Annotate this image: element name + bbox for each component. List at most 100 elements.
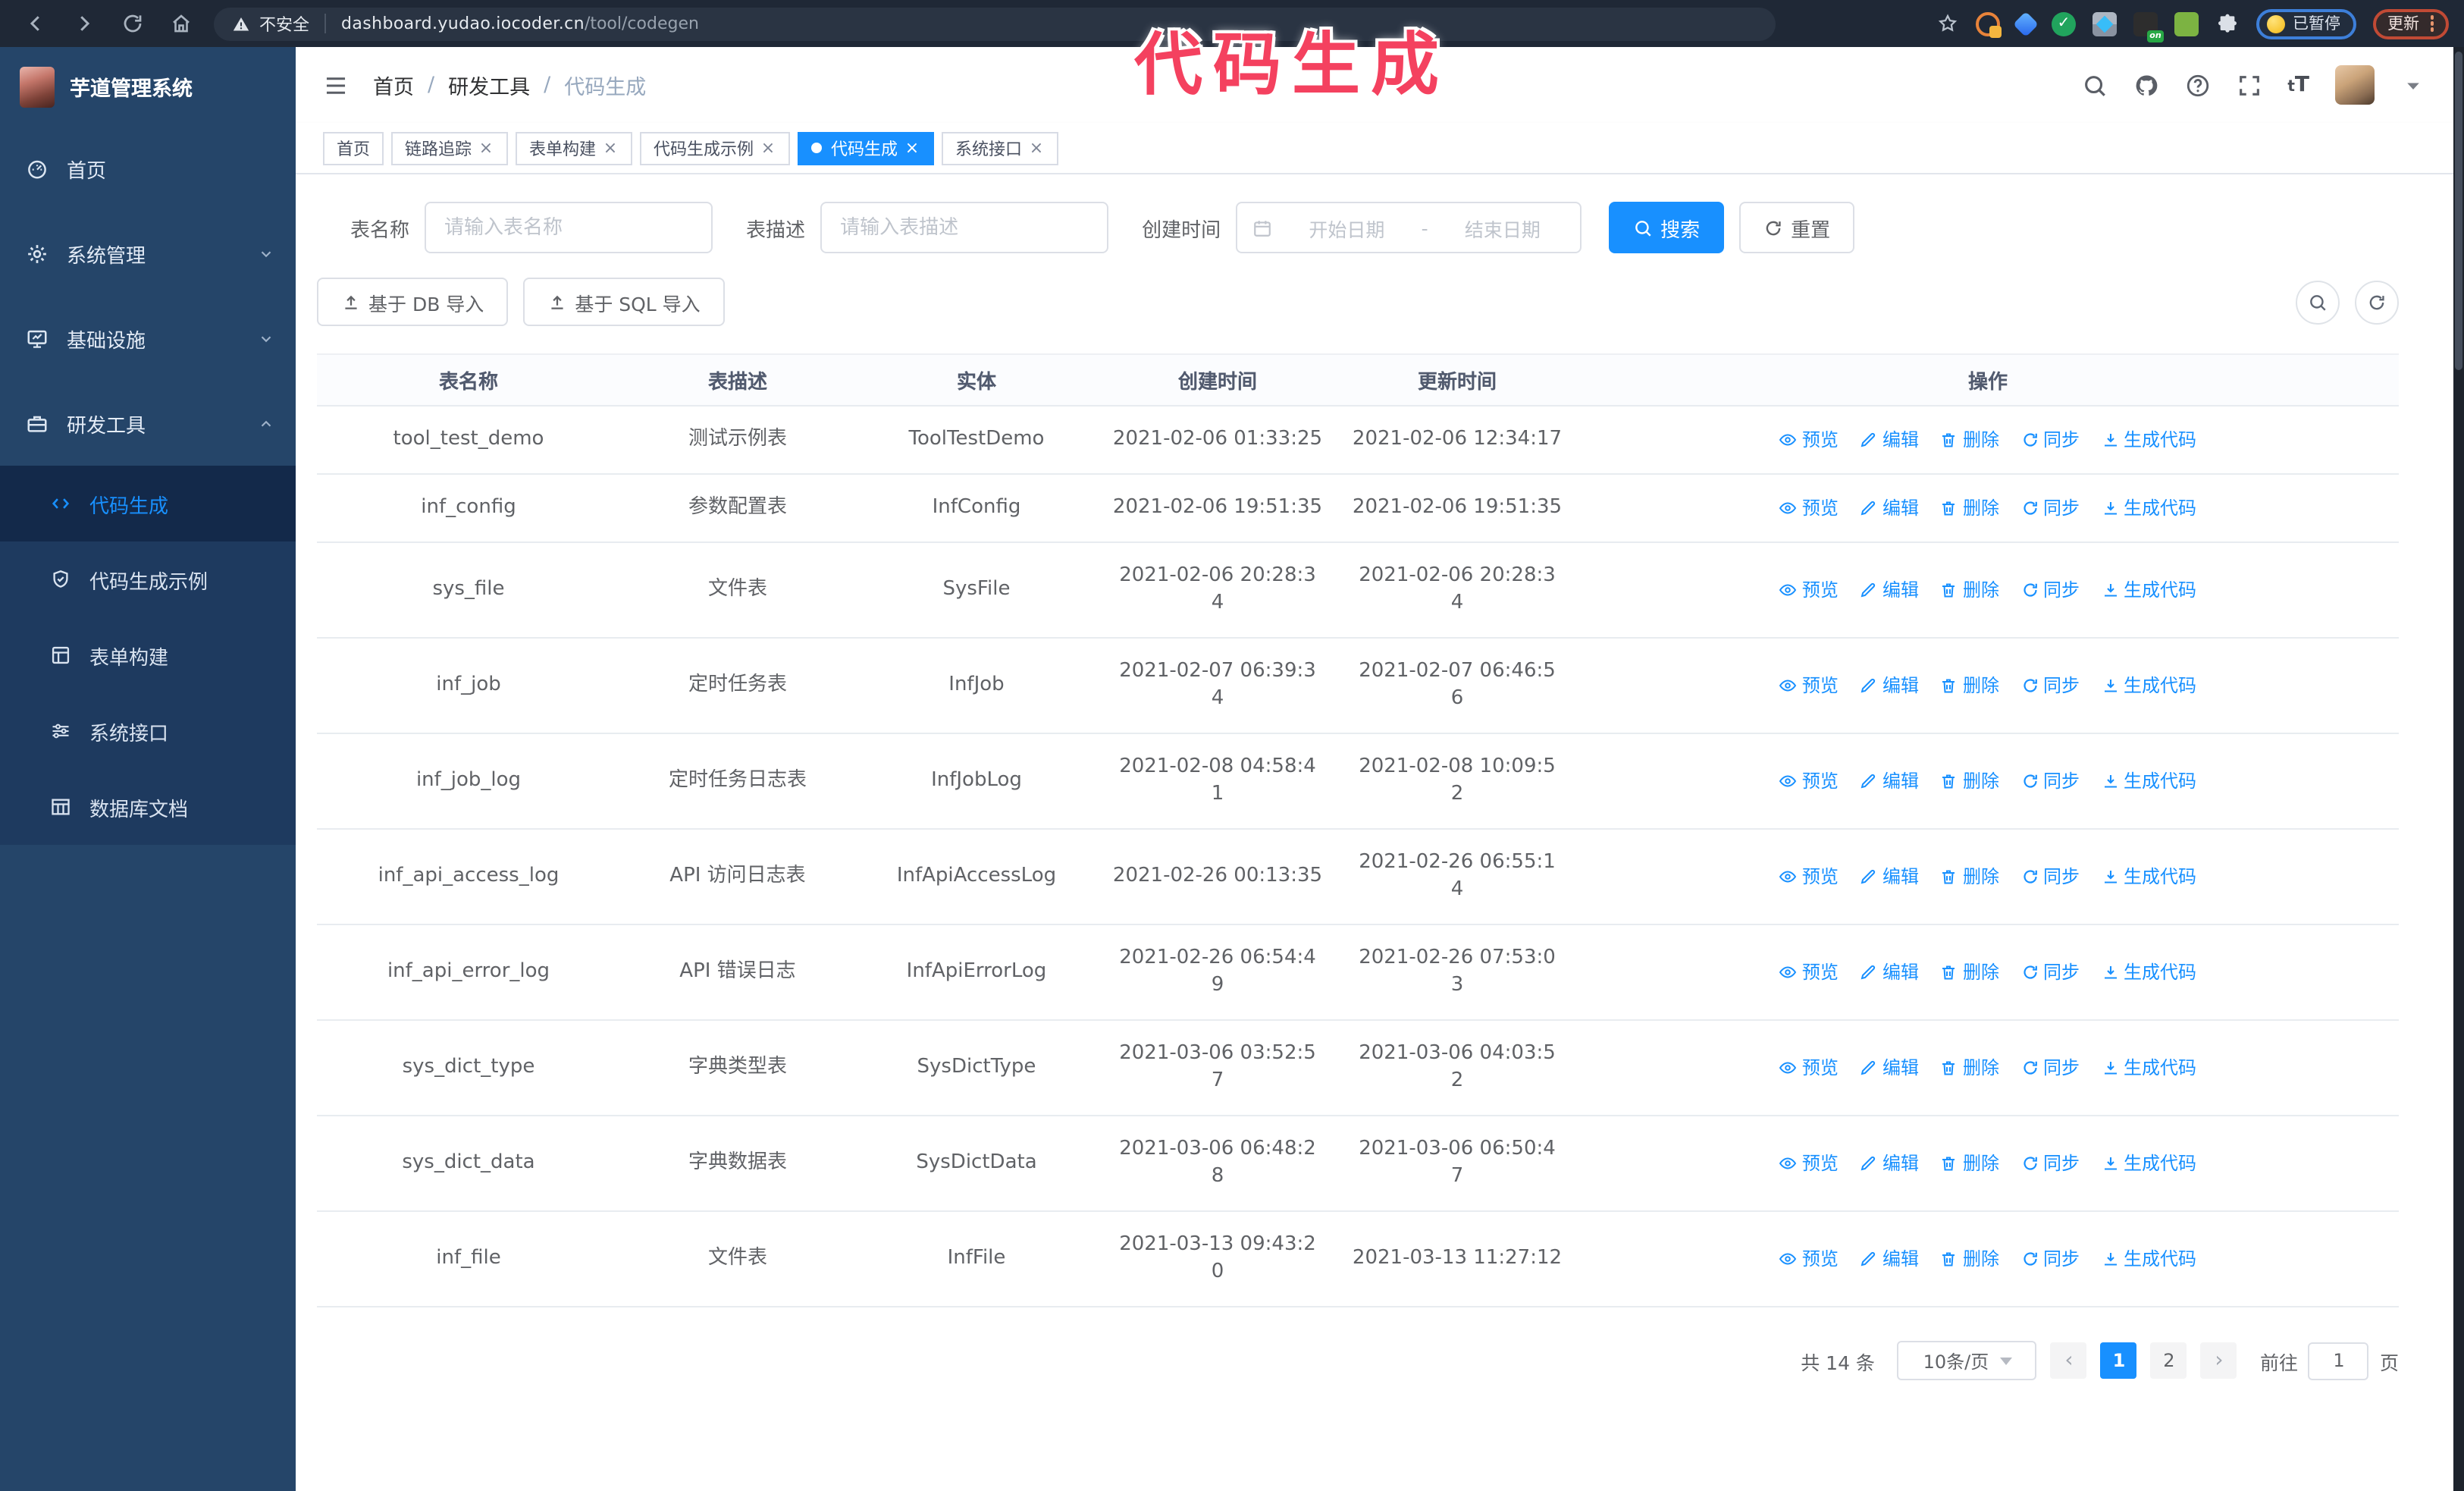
tag-codegen-example[interactable]: 代码生成示例 × xyxy=(640,131,790,165)
preview-link[interactable]: 预览 xyxy=(1779,576,1839,604)
forward-icon[interactable] xyxy=(73,12,96,35)
sync-link[interactable]: 同步 xyxy=(2020,576,2080,604)
delete-link[interactable]: 删除 xyxy=(1940,672,1999,699)
bookmark-star-icon[interactable] xyxy=(1936,12,1959,35)
sync-link[interactable]: 同步 xyxy=(2020,959,2080,986)
search-button[interactable]: 搜索 xyxy=(1609,202,1725,253)
sync-link[interactable]: 同步 xyxy=(2020,426,2080,454)
import-db-button[interactable]: 基于 DB 导入 xyxy=(317,278,509,326)
browser-update-button[interactable]: 更新 xyxy=(2372,8,2449,39)
generate-code-link[interactable]: 生成代码 xyxy=(2101,576,2196,604)
extension-icon-lego[interactable] xyxy=(2174,11,2199,36)
delete-link[interactable]: 删除 xyxy=(1940,959,1999,986)
delete-link[interactable]: 删除 xyxy=(1940,1150,1999,1177)
preview-link[interactable]: 预览 xyxy=(1779,863,1839,890)
close-icon[interactable]: × xyxy=(602,138,619,158)
extensions-puzzle-icon[interactable] xyxy=(2215,11,2240,36)
preview-link[interactable]: 预览 xyxy=(1779,1054,1839,1081)
delete-link[interactable]: 删除 xyxy=(1940,1054,1999,1081)
edit-link[interactable]: 编辑 xyxy=(1860,1245,1919,1273)
end-date-placeholder[interactable]: 结束日期 xyxy=(1440,213,1566,242)
sidebar-item-system-api[interactable]: 系统接口 xyxy=(0,693,296,769)
breadcrumb-dev-tools[interactable]: 研发工具 xyxy=(448,70,530,100)
delete-link[interactable]: 删除 xyxy=(1940,1245,1999,1273)
help-icon[interactable] xyxy=(2184,72,2210,98)
edit-link[interactable]: 编辑 xyxy=(1860,1054,1919,1081)
preview-link[interactable]: 预览 xyxy=(1779,672,1839,699)
edit-link[interactable]: 编辑 xyxy=(1860,863,1919,890)
header-search-icon[interactable] xyxy=(2081,72,2107,98)
extension-icon-orange[interactable] xyxy=(1976,11,2002,37)
browser-scrollbar[interactable] xyxy=(2453,47,2464,1491)
sidebar-item-system-management[interactable]: 系统管理 xyxy=(0,211,296,296)
sidebar-item-form-builder[interactable]: 表单构建 xyxy=(0,617,296,693)
toggle-search-button[interactable] xyxy=(2296,280,2340,324)
generate-code-link[interactable]: 生成代码 xyxy=(2101,426,2196,454)
reload-icon[interactable] xyxy=(121,12,144,35)
avatar-caret-icon[interactable] xyxy=(2400,72,2426,98)
generate-code-link[interactable]: 生成代码 xyxy=(2101,1245,2196,1273)
scrollbar-thumb[interactable] xyxy=(2455,52,2462,370)
sidebar-item-dev-tools[interactable]: 研发工具 xyxy=(0,381,296,466)
generate-code-link[interactable]: 生成代码 xyxy=(2101,1054,2196,1081)
preview-link[interactable]: 预览 xyxy=(1779,767,1839,795)
delete-link[interactable]: 删除 xyxy=(1940,863,1999,890)
url-bar[interactable]: 不安全 dashboard.yudao.iocoder.cn/tool/code… xyxy=(214,7,1776,40)
table-desc-input[interactable] xyxy=(820,202,1109,253)
sidebar-item-home[interactable]: 首页 xyxy=(0,126,296,211)
more-menu-icon[interactable] xyxy=(2430,15,2434,32)
sync-link[interactable]: 同步 xyxy=(2020,494,2080,522)
sidebar-item-code-generation[interactable]: 代码生成 xyxy=(0,466,296,541)
close-icon[interactable]: × xyxy=(760,138,776,158)
extension-icon-dark-on[interactable]: on xyxy=(2133,11,2164,42)
edit-link[interactable]: 编辑 xyxy=(1860,494,1919,522)
generate-code-link[interactable]: 生成代码 xyxy=(2101,672,2196,699)
font-size-icon[interactable]: tT xyxy=(2287,73,2309,97)
github-icon[interactable] xyxy=(2133,72,2158,98)
generate-code-link[interactable]: 生成代码 xyxy=(2101,863,2196,890)
delete-link[interactable]: 删除 xyxy=(1940,576,1999,604)
reset-button[interactable]: 重置 xyxy=(1739,202,1855,253)
home-icon[interactable] xyxy=(170,12,193,35)
sync-link[interactable]: 同步 xyxy=(2020,1245,2080,1273)
tag-code-generation[interactable]: 代码生成 × xyxy=(798,131,934,165)
edit-link[interactable]: 编辑 xyxy=(1860,1150,1919,1177)
tag-home[interactable]: 首页 xyxy=(323,131,384,165)
refresh-table-button[interactable] xyxy=(2355,280,2399,324)
edit-link[interactable]: 编辑 xyxy=(1860,672,1919,699)
close-icon[interactable]: × xyxy=(1028,138,1045,158)
sidebar-item-database-docs[interactable]: 数据库文档 xyxy=(0,769,296,845)
security-label[interactable]: 不安全 xyxy=(259,11,309,36)
breadcrumb-home[interactable]: 首页 xyxy=(373,70,414,100)
generate-code-link[interactable]: 生成代码 xyxy=(2101,494,2196,522)
edit-link[interactable]: 编辑 xyxy=(1860,576,1919,604)
prev-page-button[interactable]: ‹ xyxy=(2050,1342,2087,1379)
delete-link[interactable]: 删除 xyxy=(1940,494,1999,522)
generate-code-link[interactable]: 生成代码 xyxy=(2101,1150,2196,1177)
edit-link[interactable]: 编辑 xyxy=(1860,767,1919,795)
fullscreen-icon[interactable] xyxy=(2236,72,2262,98)
hamburger-icon[interactable] xyxy=(323,72,349,98)
preview-link[interactable]: 预览 xyxy=(1779,494,1839,522)
generate-code-link[interactable]: 生成代码 xyxy=(2101,767,2196,795)
page-size-select[interactable]: 10条/页 xyxy=(1897,1341,2037,1380)
sync-link[interactable]: 同步 xyxy=(2020,1150,2080,1177)
extension-icon-grid[interactable] xyxy=(2093,11,2117,36)
preview-link[interactable]: 预览 xyxy=(1779,959,1839,986)
sync-link[interactable]: 同步 xyxy=(2020,863,2080,890)
tag-system-api[interactable]: 系统接口 × xyxy=(942,131,1058,165)
page-button-2[interactable]: 2 xyxy=(2150,1342,2187,1379)
sync-link[interactable]: 同步 xyxy=(2020,1054,2080,1081)
preview-link[interactable]: 预览 xyxy=(1779,1150,1839,1177)
back-icon[interactable] xyxy=(24,12,47,35)
next-page-button[interactable]: › xyxy=(2200,1342,2237,1379)
app-logo[interactable]: 芋道管理系统 xyxy=(0,47,296,126)
date-range-picker[interactable]: 开始日期 - 结束日期 xyxy=(1236,202,1582,253)
preview-link[interactable]: 预览 xyxy=(1779,426,1839,454)
edit-link[interactable]: 编辑 xyxy=(1860,426,1919,454)
import-sql-button[interactable]: 基于 SQL 导入 xyxy=(523,278,725,326)
table-name-input[interactable] xyxy=(425,202,713,253)
delete-link[interactable]: 删除 xyxy=(1940,767,1999,795)
delete-link[interactable]: 删除 xyxy=(1940,426,1999,454)
tag-form-builder[interactable]: 表单构建 × xyxy=(516,131,632,165)
